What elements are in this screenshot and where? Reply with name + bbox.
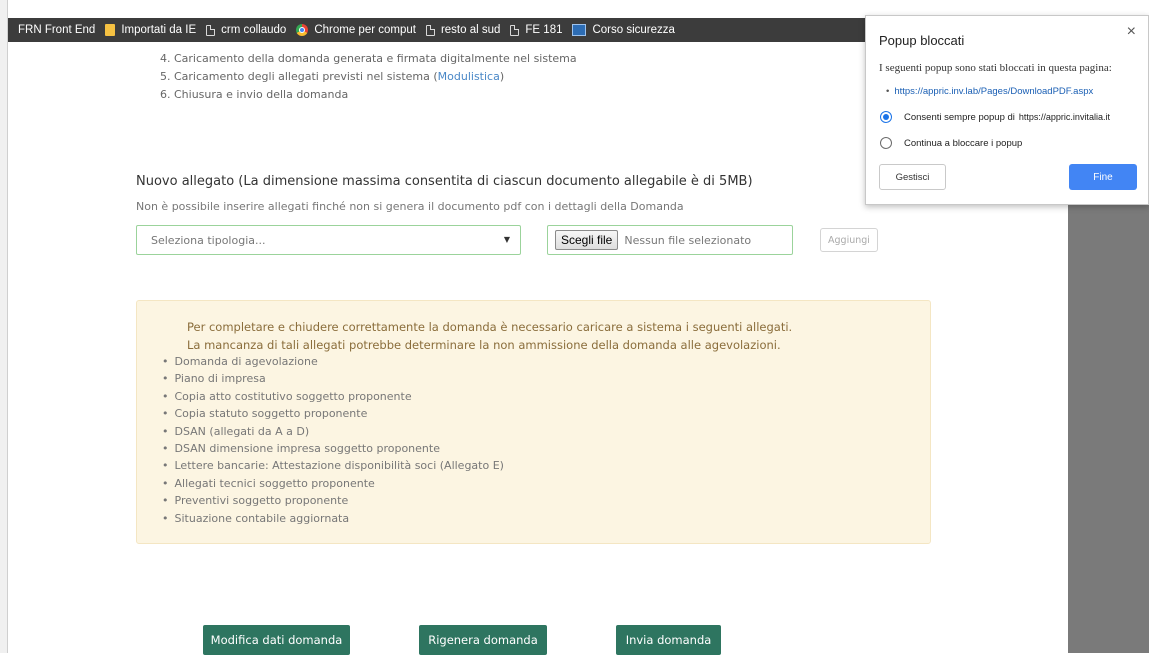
bookmark-frn-front-end[interactable]: FRN Front End (18, 24, 95, 36)
blocked-popups-dialog: Popup bloccati × I seguenti popup sono s… (865, 15, 1149, 205)
notice-line-2: La mancanza di tali allegati potrebbe de… (187, 338, 781, 352)
required-attachments-list: Domanda di agevolazione Piano di impresa… (162, 353, 504, 527)
bookmark-chrome-per-comput[interactable]: Chrome per comput (296, 24, 416, 36)
allow-option-domain: https://appric.invitalia.it (1018, 112, 1110, 122)
choose-file-button[interactable]: Scegli file (555, 230, 619, 250)
list-item: Copia atto costitutivo soggetto proponen… (162, 388, 504, 405)
file-status: Nessun file selezionato (624, 233, 752, 247)
page-icon (425, 24, 435, 36)
list-item: Preventivi soggetto proponente (162, 492, 504, 509)
notice-line-1: Per completare e chiudere correttamente … (187, 320, 793, 334)
radio-unselected-icon[interactable] (880, 137, 892, 149)
add-attachment-button[interactable]: Aggiungi (820, 228, 878, 252)
folder-icon (105, 24, 116, 36)
attachment-title: Nuovo allegato (La dimensione massima co… (136, 174, 753, 189)
bookmark-label: Chrome per comput (314, 24, 416, 36)
step-5: 5. Caricamento degli allegati previsti n… (160, 68, 577, 86)
bookmark-corso-sicurezza[interactable]: Corso sicurezza (572, 24, 675, 36)
allow-option-label: Consenti sempre popup di (904, 111, 1015, 123)
block-option-label: Continua a bloccare i popup (904, 137, 1023, 149)
bookmark-label: FE 181 (525, 24, 563, 36)
radio-selected-icon[interactable] (880, 111, 892, 123)
list-item: DSAN dimensione impresa soggetto propone… (162, 440, 504, 457)
allow-popups-option[interactable]: Consenti sempre popup di https://appric.… (880, 111, 1110, 123)
bookmark-importati-da-ie[interactable]: Importati da IE (105, 24, 196, 36)
done-button[interactable]: Fine (1069, 164, 1137, 190)
manage-button[interactable]: Gestisci (879, 164, 946, 190)
required-attachments-notice: Per completare e chiudere correttamente … (136, 300, 931, 544)
dialog-description: I seguenti popup sono stati bloccati in … (879, 62, 1112, 74)
list-item: Allegati tecnici soggetto proponente (162, 475, 504, 492)
bookmark-blue-icon (572, 24, 587, 36)
step-4: 4. Caricamento della domanda generata e … (160, 52, 577, 65)
bookmark-fe-181[interactable]: FE 181 (510, 24, 562, 36)
modulistica-link[interactable]: Modulistica (438, 70, 500, 83)
blocked-popup-link[interactable]: https://appric.inv.lab/Pages/DownloadPDF… (886, 86, 1093, 97)
window-left-edge (0, 0, 8, 653)
attachment-type-select[interactable]: Seleziona tipologia... ▼ (136, 225, 521, 255)
dialog-title: Popup bloccati (879, 33, 965, 48)
list-item: Lettere bancarie: Attestazione disponibi… (162, 457, 504, 474)
browser-window: FRN Front End Importati da IE crm collau… (0, 0, 1149, 655)
list-item: Copia statuto soggetto proponente (162, 405, 504, 422)
list-item: DSAN (allegati da A a D) (162, 423, 504, 440)
bookmark-label: resto al sud (440, 24, 501, 36)
bookmark-resto-al-sud[interactable]: resto al sud (425, 24, 501, 36)
bookmark-label: FRN Front End (18, 24, 96, 36)
list-item: Piano di impresa (162, 370, 504, 387)
send-application-button[interactable]: Invia domanda (616, 625, 721, 655)
step-5-suffix: ) (499, 70, 505, 83)
select-placeholder: Seleziona tipologia... (151, 233, 266, 247)
dropdown-arrow-icon: ▼ (503, 235, 510, 244)
step-6: 6. Chiusura e invio della domanda (160, 88, 349, 101)
bookmark-label: Corso sicurezza (592, 24, 675, 36)
regenerate-application-button[interactable]: Rigenera domanda (419, 625, 547, 655)
list-item: Domanda di agevolazione (162, 353, 504, 370)
file-input[interactable]: Scegli file Nessun file selezionato (547, 225, 793, 255)
bookmark-label: Importati da IE (121, 24, 197, 36)
bookmark-crm-collaudo[interactable]: crm collaudo (206, 24, 286, 36)
chrome-icon (296, 24, 309, 36)
list-item: Situazione contabile aggiornata (162, 510, 504, 527)
notice-message: Per completare e chiudere correttamente … (187, 318, 792, 354)
bookmark-label: crm collaudo (221, 24, 287, 36)
page-icon (206, 24, 216, 36)
attachment-subtitle: Non è possibile inserire allegati finché… (136, 200, 684, 213)
close-icon[interactable]: × (1127, 23, 1136, 41)
block-popups-option[interactable]: Continua a bloccare i popup (880, 137, 1022, 149)
modify-application-button[interactable]: Modifica dati domanda (203, 625, 350, 655)
page-icon (510, 24, 520, 36)
step-5-text: 5. Caricamento degli allegati previsti n… (160, 70, 438, 83)
steps-list: 4. Caricamento della domanda generata e … (160, 50, 577, 104)
